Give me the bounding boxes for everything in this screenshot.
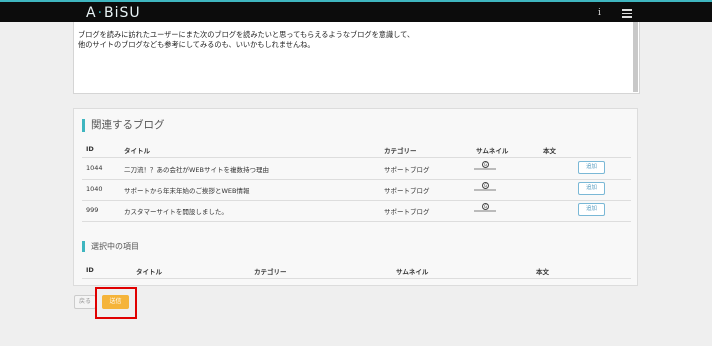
row-category: サポートブログ xyxy=(384,166,430,174)
thumbnail-image: G xyxy=(474,203,496,213)
add-button[interactable]: 追加 xyxy=(578,203,605,216)
row-id: 999 xyxy=(86,206,99,214)
row-category: サポートブログ xyxy=(384,187,430,195)
selected-col-header-category: カテゴリー xyxy=(254,268,287,276)
col-header-title: タイトル xyxy=(124,147,150,155)
memo-text: ブログを読みに訪れたユーザーにまた次のブログを読みたいと思ってもらえるようなブロ… xyxy=(78,30,415,49)
back-button[interactable]: 戻る xyxy=(74,295,96,309)
hamburger-menu-icon[interactable] xyxy=(622,9,632,20)
highlight-box xyxy=(95,287,137,319)
logo-text-left: A xyxy=(86,5,97,21)
memo-textarea[interactable]: ブログを読みに訪れたユーザーにまた次のブログを読みたいと思ってもらえるようなブロ… xyxy=(73,22,640,94)
add-button[interactable]: 追加 xyxy=(578,182,605,195)
row-id: 1040 xyxy=(86,185,103,193)
info-icon[interactable]: i xyxy=(598,8,601,18)
abisu-logo[interactable]: A · BiSU xyxy=(86,4,141,22)
row-category: サポートブログ xyxy=(384,208,430,216)
row-id: 1044 xyxy=(86,164,103,172)
logo-text-right: BiSU xyxy=(104,5,141,21)
add-button[interactable]: 追加 xyxy=(578,161,605,174)
related-blog-title: 関連するブログ xyxy=(82,119,165,132)
top-navbar: A · BiSU i xyxy=(0,0,712,22)
thumbnail-image: G xyxy=(474,161,496,171)
col-header-category: カテゴリー xyxy=(384,147,417,155)
col-header-body: 本文 xyxy=(543,147,556,155)
row-title: カスタマーサイトを開設しました。 xyxy=(124,208,228,216)
selected-col-header-id: ID xyxy=(86,266,94,274)
selected-items-title: 選択中の項目 xyxy=(82,241,139,252)
textarea-scrollbar[interactable] xyxy=(633,22,638,92)
col-header-id: ID xyxy=(86,145,94,153)
selected-col-header-title: タイトル xyxy=(136,268,162,276)
selected-col-header-thumbnail: サムネイル xyxy=(396,268,429,276)
selected-col-header-body: 本文 xyxy=(536,268,549,276)
logo-dot: · xyxy=(97,5,104,21)
related-blog-panel: 関連するブログ ID タイトル カテゴリー サムネイル 本文 1044 二刀流！… xyxy=(73,108,638,286)
row-title: サポートから年末年始のご挨拶とWEB情報 xyxy=(124,187,250,195)
row-title: 二刀流！？あの会社がWEBサイトを複数持つ理由 xyxy=(124,166,269,174)
col-header-thumbnail: サムネイル xyxy=(476,147,509,155)
thumbnail-image: G xyxy=(474,182,496,192)
